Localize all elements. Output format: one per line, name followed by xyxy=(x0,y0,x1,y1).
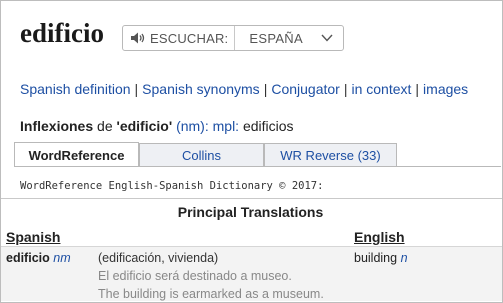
link-conjugator[interactable]: Conjugator xyxy=(271,81,340,97)
link-spanish-synonyms[interactable]: Spanish synonyms xyxy=(142,81,260,97)
tabs-divider xyxy=(14,166,501,167)
section-title: Principal Translations xyxy=(177,204,324,220)
link-in-context[interactable]: in context xyxy=(351,81,411,97)
entry-translation-pos: n xyxy=(400,251,408,265)
listen-label: ESCUCHAR: xyxy=(150,30,229,46)
speaker-icon xyxy=(131,32,145,44)
column-header-english: English xyxy=(354,229,405,245)
example-spanish: El edificio será destinado a museo. xyxy=(98,269,292,283)
inflections-plural: edificios xyxy=(242,118,294,134)
entry-translation-cell: building n xyxy=(354,251,408,265)
chevron-down-icon xyxy=(321,34,333,42)
inflections-connector: de xyxy=(97,118,113,134)
reference-links: Spanish definition | Spanish synonyms | Conj… xyxy=(20,81,468,97)
link-separator: | xyxy=(134,81,139,97)
inflections-line: Inflexiones de 'edificio' (nm): mpl: edi… xyxy=(20,118,294,134)
link-separator: | xyxy=(263,81,268,97)
link-images[interactable]: images xyxy=(423,81,468,97)
entry-term-pos: nm xyxy=(53,251,71,265)
dictionary-note: WordReference English-Spanish Dictionary… xyxy=(20,180,324,192)
link-separator: | xyxy=(343,81,348,97)
entry-term-cell: edificio nm xyxy=(6,251,71,265)
dictionary-tabs: WordReference Collins WR Reverse (33) xyxy=(14,142,397,167)
audio-control: ESCUCHAR: ESPAÑA xyxy=(122,25,344,51)
column-header-spanish: Spanish xyxy=(6,229,61,245)
inflections-plural-label: mpl: xyxy=(212,118,240,134)
tab-collins[interactable]: Collins xyxy=(139,143,264,167)
tab-wordreference[interactable]: WordReference xyxy=(14,142,139,167)
inflections-label: Inflexiones xyxy=(20,118,94,134)
entry-translation: building xyxy=(354,251,398,265)
tab-wr-reverse[interactable]: WR Reverse (33) xyxy=(264,143,397,167)
headword-title: edificio xyxy=(20,18,104,48)
example-english: The building is earmarked as a museum. xyxy=(98,287,324,301)
link-spanish-definition[interactable]: Spanish definition xyxy=(20,81,131,97)
entry-sense: (edificación, vivienda) xyxy=(98,251,219,265)
link-separator: | xyxy=(415,81,420,97)
region-value: ESPAÑA xyxy=(249,30,303,46)
inflections-pos: (nm): xyxy=(176,118,209,134)
inflections-word: 'edificio' xyxy=(116,118,173,134)
divider xyxy=(1,198,502,199)
entry-term: edificio xyxy=(6,251,50,265)
region-select[interactable]: ESPAÑA xyxy=(235,26,343,50)
listen-button[interactable]: ESCUCHAR: xyxy=(123,26,236,50)
